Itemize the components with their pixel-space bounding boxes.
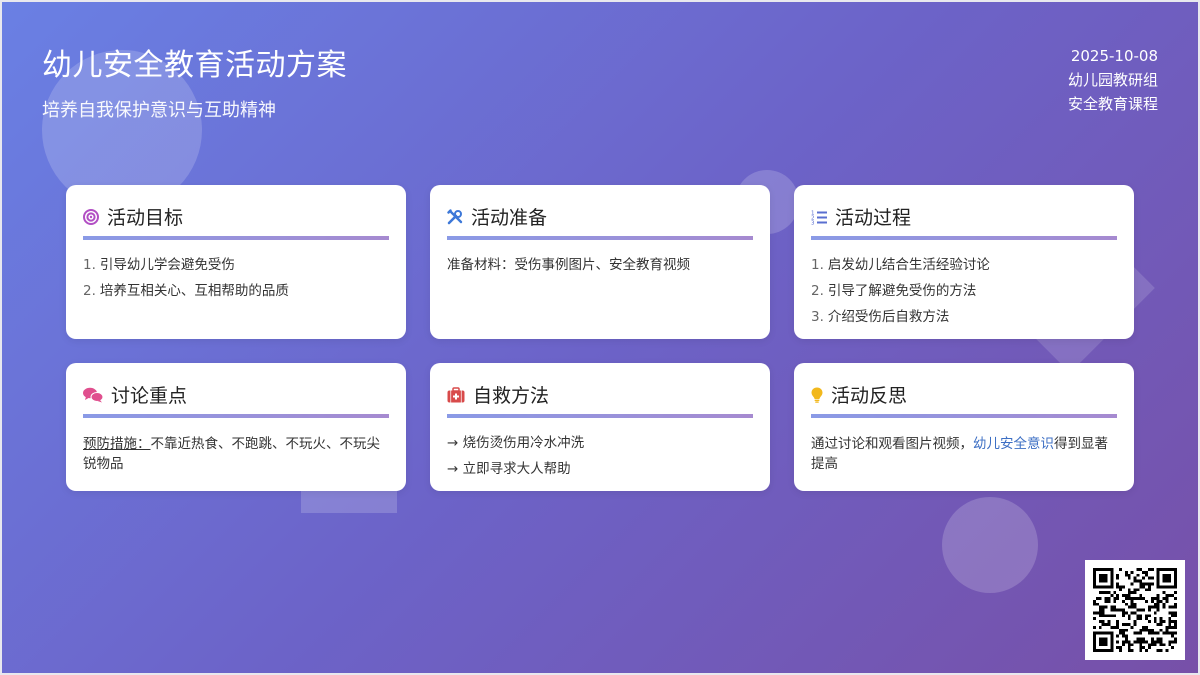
card-title: 讨论重点 xyxy=(111,385,188,407)
prep-text: 准备材料：受伤事例图片、安全教育视频 xyxy=(447,257,690,273)
card-header: 自救方法 xyxy=(447,381,753,418)
prevention-label: 预防措施： xyxy=(83,436,151,452)
card-body: 通过讨论和观看图片视频，幼儿安全意识得到显著提高 xyxy=(811,430,1117,474)
card-prep: 活动准备 准备材料：受伤事例图片、安全教育视频 xyxy=(430,185,770,339)
card-title: 活动目标 xyxy=(107,207,184,229)
list-item: → 烧伤烫伤用冷水冲洗 xyxy=(447,435,585,451)
list-item: 2. 引导了解避免受伤的方法 xyxy=(811,283,977,299)
card-header: 活动反思 xyxy=(811,381,1117,418)
discussion-text: 预防措施：不靠近热食、不跑跳、不玩火、不玩尖锐物品 xyxy=(83,436,380,472)
list-ordered-icon: 123 xyxy=(811,209,827,226)
card-goals: 活动目标 1. 引导幼儿学会避免受伤 2. 培养互相关心、互相帮助的品质 xyxy=(66,185,406,339)
list-item: 2. 培养互相关心、互相帮助的品质 xyxy=(83,283,289,299)
target-icon xyxy=(83,208,99,225)
list-item: → 立即寻求大人帮助 xyxy=(447,461,571,477)
card-title: 活动过程 xyxy=(835,207,912,229)
card-process: 123 活动过程 1. 启发幼儿结合生活经验讨论 2. 引导了解避免受伤的方法 3.… xyxy=(794,185,1134,339)
card-body: 预防措施：不靠近热食、不跑跳、不玩火、不玩尖锐物品 xyxy=(83,430,389,474)
card-header: 123 活动过程 xyxy=(811,203,1117,240)
reflection-text: 通过讨论和观看图片视频，幼儿安全意识得到显著提高 xyxy=(811,436,1108,472)
card-header: 讨论重点 xyxy=(83,381,389,418)
card-body: 1. 启发幼儿结合生活经验讨论 2. 引导了解避免受伤的方法 3. 介绍受伤后自救方法 xyxy=(811,252,1117,330)
list-item: 1. 启发幼儿结合生活经验讨论 xyxy=(811,257,990,273)
chat-bubbles-icon xyxy=(83,387,104,403)
list-item: 1. 引导幼儿学会避免受伤 xyxy=(83,257,235,273)
lightbulb-icon xyxy=(811,387,823,403)
card-title: 自救方法 xyxy=(473,385,550,407)
svg-text:3: 3 xyxy=(811,220,815,225)
card-header: 活动目标 xyxy=(83,203,389,240)
page-title: 幼儿安全教育活动方案 xyxy=(42,48,347,83)
course-label: 安全教育课程 xyxy=(1067,95,1158,113)
card-header: 活动准备 xyxy=(447,203,753,240)
card-reflection: 活动反思 通过讨论和观看图片视频，幼儿安全意识得到显著提高 xyxy=(794,363,1134,491)
header: 幼儿安全教育活动方案 培养自我保护意识与互助精神 xyxy=(42,40,347,122)
card-discussion: 讨论重点 预防措施：不靠近热食、不跑跳、不玩火、不玩尖锐物品 xyxy=(66,363,406,491)
date-label: 2025-10-08 xyxy=(1070,47,1158,65)
page-subtitle: 培养自我保护意识与互助精神 xyxy=(42,100,276,121)
list-item: 3. 介绍受伤后自救方法 xyxy=(811,309,950,325)
card-body: → 烧伤烫伤用冷水冲洗 → 立即寻求大人帮助 xyxy=(447,430,753,482)
qr-code-icon xyxy=(1085,560,1185,660)
first-aid-kit-icon xyxy=(447,386,465,403)
tools-icon xyxy=(447,208,463,225)
card-title: 活动准备 xyxy=(471,207,548,229)
card-self-rescue: 自救方法 → 烧伤烫伤用冷水冲洗 → 立即寻求大人帮助 xyxy=(430,363,770,491)
card-body: 准备材料：受伤事例图片、安全教育视频 xyxy=(447,252,753,278)
decorative-circle xyxy=(942,497,1038,593)
org-label: 幼儿园教研组 xyxy=(1067,71,1158,89)
highlight-text: 幼儿安全意识 xyxy=(973,436,1054,452)
card-title: 活动反思 xyxy=(831,385,908,407)
header-meta: 2025-10-08 幼儿园教研组 安全教育课程 xyxy=(1068,44,1158,116)
card-body: 1. 引导幼儿学会避免受伤 2. 培养互相关心、互相帮助的品质 xyxy=(83,252,389,304)
